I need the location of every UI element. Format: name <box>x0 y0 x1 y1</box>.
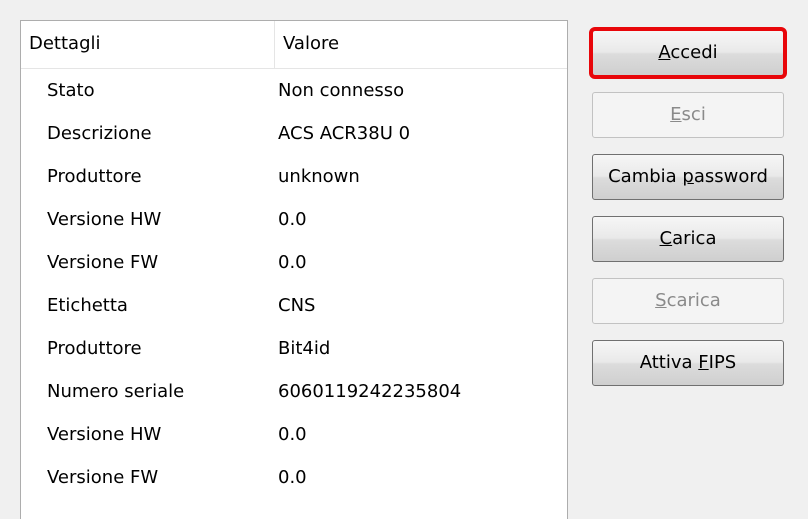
button-label-post: sci <box>681 104 706 125</box>
list-row-versione-hw-token[interactable]: Versione HW 0.0 <box>21 413 567 456</box>
button-label-post: carica <box>666 290 721 311</box>
button-label-post: ccedi <box>670 42 718 63</box>
list-row-descrizione[interactable]: Descrizione ACS ACR38U 0 <box>21 112 567 155</box>
row-value: 0.0 <box>278 252 307 273</box>
scarica-button[interactable]: Scarica <box>592 278 784 324</box>
row-key: Versione FW <box>47 252 159 273</box>
list-row-stato[interactable]: Stato Non connesso <box>21 69 567 112</box>
accedi-button[interactable]: Accedi <box>589 27 787 79</box>
row-value: unknown <box>278 166 360 187</box>
list-header: Dettagli Valore <box>21 21 567 69</box>
button-label-post: arica <box>672 228 717 249</box>
row-key: Versione HW <box>47 424 162 445</box>
row-key: Produttore <box>47 338 142 359</box>
row-key: Numero seriale <box>47 381 185 402</box>
row-value: 6060119242235804 <box>278 381 462 402</box>
row-value: 0.0 <box>278 209 307 230</box>
row-key: Produttore <box>47 166 142 187</box>
button-label-mnemonic: F <box>698 352 709 373</box>
window-content: Dettagli Valore Stato Non connesso Descr… <box>0 0 808 519</box>
details-list[interactable]: Dettagli Valore Stato Non connesso Descr… <box>20 20 568 519</box>
button-label-mnemonic: p <box>682 166 694 187</box>
list-row-etichetta[interactable]: Etichetta CNS <box>21 284 567 327</box>
column-header-dettagli[interactable]: Dettagli <box>21 21 275 68</box>
column-header-valore[interactable]: Valore <box>275 21 567 68</box>
button-label-post: IPS <box>708 352 737 373</box>
button-label-pre: Attiva <box>639 352 699 373</box>
button-label-mnemonic: A <box>658 42 671 63</box>
row-value: ACS ACR38U 0 <box>278 123 411 144</box>
row-key: Etichetta <box>47 295 128 316</box>
list-row-produttore-token[interactable]: Produttore Bit4id <box>21 327 567 370</box>
row-value: Non connesso <box>278 80 405 101</box>
list-row-versione-hw[interactable]: Versione HW 0.0 <box>21 198 567 241</box>
row-key: Descrizione <box>47 123 152 144</box>
list-row-produttore[interactable]: Produttore unknown <box>21 155 567 198</box>
cambia-password-button[interactable]: Cambia password <box>592 154 784 200</box>
list-row-versione-fw[interactable]: Versione FW 0.0 <box>21 241 567 284</box>
esci-button[interactable]: Esci <box>592 92 784 138</box>
button-label-post: assword <box>693 166 768 187</box>
row-value: 0.0 <box>278 424 307 445</box>
row-key: Versione HW <box>47 209 162 230</box>
attiva-fips-button[interactable]: Attiva FIPS <box>592 340 784 386</box>
list-row-versione-fw-token[interactable]: Versione FW 0.0 <box>21 456 567 499</box>
carica-button[interactable]: Carica <box>592 216 784 262</box>
list-rows: Stato Non connesso Descrizione ACS ACR38… <box>21 69 567 499</box>
row-value: CNS <box>278 295 316 316</box>
row-value: Bit4id <box>278 338 331 359</box>
row-key: Stato <box>47 80 95 101</box>
row-key: Versione FW <box>47 467 159 488</box>
button-label-mnemonic: E <box>670 104 682 125</box>
button-label-mnemonic: C <box>659 228 673 249</box>
list-row-numero-seriale[interactable]: Numero seriale 6060119242235804 <box>21 370 567 413</box>
button-label-mnemonic: S <box>655 290 667 311</box>
button-label-pre: Cambia <box>608 166 683 187</box>
row-value: 0.0 <box>278 467 307 488</box>
